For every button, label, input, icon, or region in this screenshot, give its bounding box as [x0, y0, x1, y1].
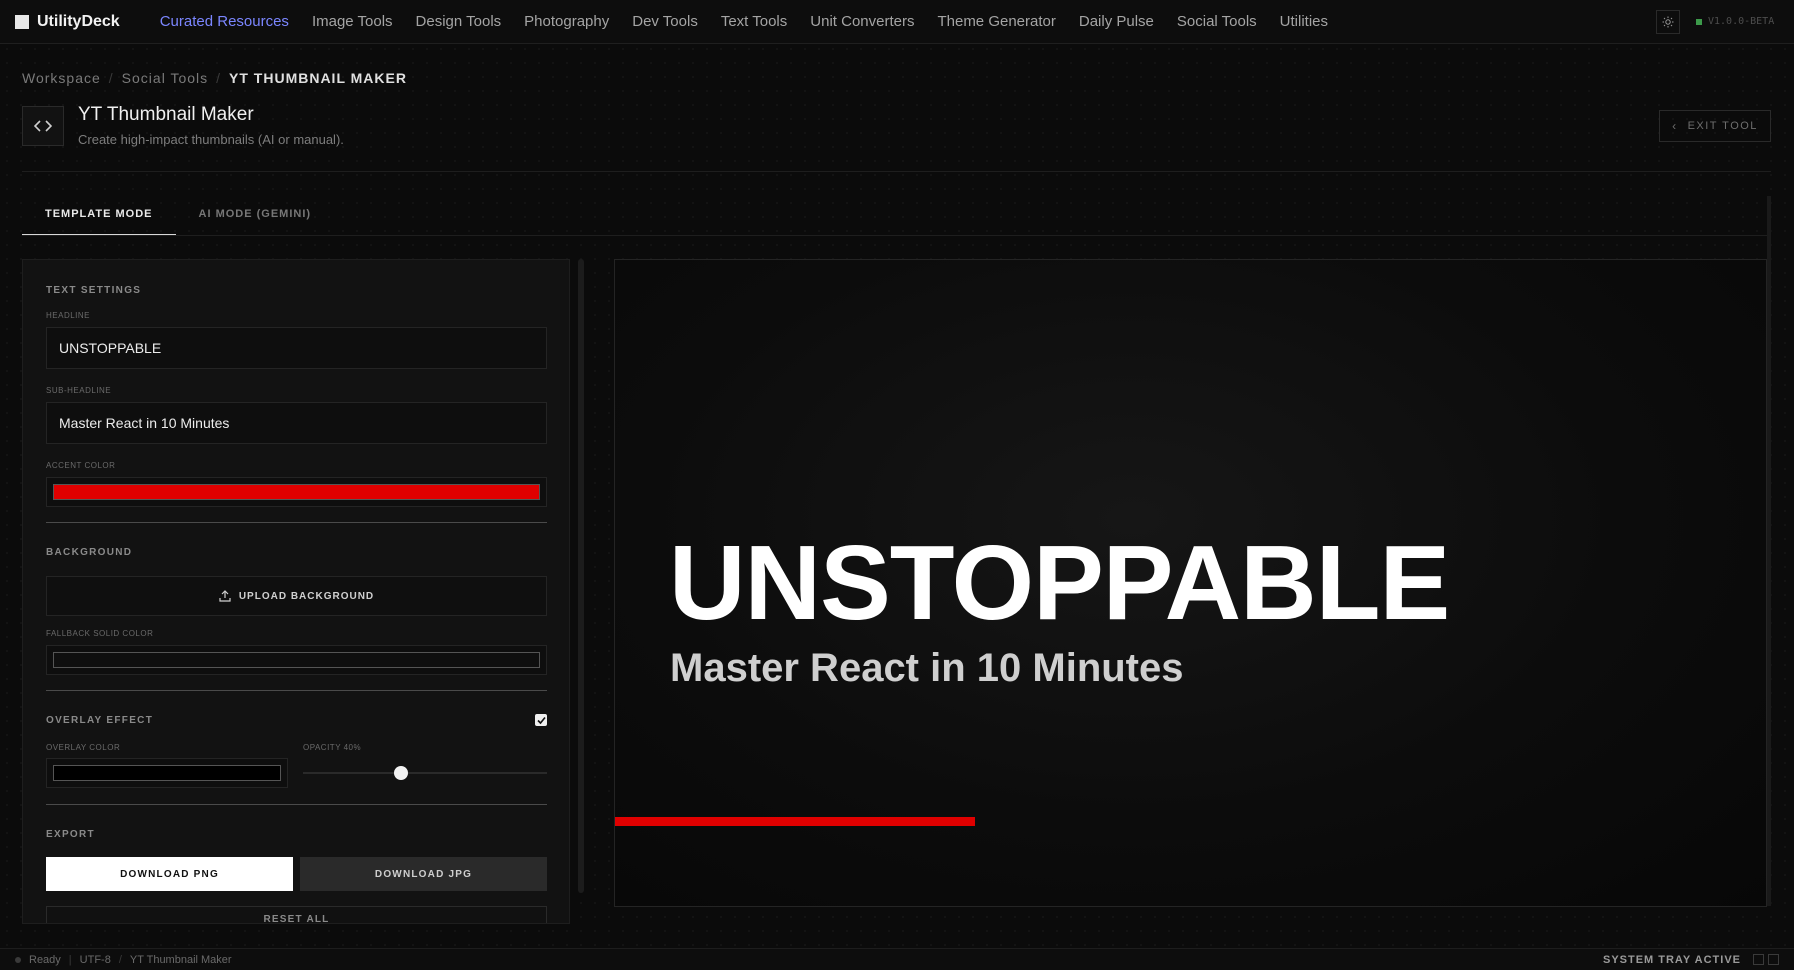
opacity-slider-thumb[interactable] [393, 766, 408, 780]
upload-background-label: UPLOAD BACKGROUND [238, 590, 375, 602]
overlay-color-swatch [53, 765, 281, 781]
status-bar: Ready | UTF-8 / YT Thumbnail Maker SYSTE… [0, 948, 1794, 970]
exit-tool-button[interactable]: ‹ EXIT TOOL [1659, 110, 1771, 142]
breadcrumb-separator: / [216, 70, 222, 86]
header-divider [22, 171, 1771, 172]
fallback-color-swatch [53, 652, 540, 668]
overlay-enabled-checkbox[interactable] [535, 714, 547, 726]
preview-accent-bar [615, 817, 975, 826]
tab-template-mode[interactable]: TEMPLATE MODE [22, 196, 176, 236]
section-title-background: BACKGROUND [46, 547, 133, 558]
main-scrollbar[interactable] [1767, 196, 1771, 906]
theme-toggle-button[interactable] [1656, 10, 1680, 34]
preview-subheadline: Master React in 10 Minutes [670, 646, 1184, 690]
status-state: Ready [29, 953, 61, 966]
breadcrumb-social-tools[interactable]: Social Tools [122, 70, 208, 86]
section-divider [46, 690, 547, 691]
accent-color-picker[interactable] [46, 477, 547, 507]
status-separator: | [68, 953, 72, 966]
tray-window-icon[interactable] [1753, 954, 1764, 965]
breadcrumb-workspace[interactable]: Workspace [22, 70, 101, 86]
status-dot-icon [1696, 18, 1702, 25]
brand-name: UtilityDeck [37, 12, 120, 30]
checkmark-icon [536, 716, 546, 724]
upload-icon [219, 590, 231, 602]
status-indicator-icon [15, 956, 21, 963]
reset-all-button[interactable]: RESET ALL [46, 906, 547, 923]
code-brackets-icon [34, 120, 52, 132]
subheadline-label: SUB-HEADLINE [46, 386, 112, 395]
tabs-divider [22, 235, 1771, 236]
sun-icon [1662, 16, 1674, 28]
page-subtitle: Create high-impact thumbnails (AI or man… [78, 132, 344, 147]
nav-item-design-tools[interactable]: Design Tools [416, 13, 502, 30]
subheadline-input[interactable] [46, 402, 547, 444]
mode-tabs: TEMPLATE MODE AI MODE (GEMINI) [22, 196, 334, 236]
nav-item-theme-generator[interactable]: Theme Generator [937, 13, 1055, 30]
version-text: V1.0.0-BETA [1708, 16, 1775, 27]
tab-ai-mode[interactable]: AI MODE (GEMINI) [176, 196, 335, 236]
nav-item-image-tools[interactable]: Image Tools [312, 13, 393, 30]
tool-icon [22, 106, 64, 146]
section-divider [46, 522, 547, 523]
section-title-export: EXPORT [46, 829, 95, 840]
brand-logo-icon [15, 14, 29, 29]
upload-background-button[interactable]: UPLOAD BACKGROUND [46, 576, 547, 616]
top-nav: UtilityDeck Curated Resources Image Tool… [0, 0, 1794, 44]
section-title-text-settings: TEXT SETTINGS [46, 285, 142, 296]
chevron-left-icon: ‹ [1672, 119, 1678, 133]
status-doc: YT Thumbnail Maker [129, 953, 232, 966]
fallback-color-label: FALLBACK SOLID COLOR [46, 629, 154, 638]
page-title: YT Thumbnail Maker [78, 104, 254, 125]
nav-item-photography[interactable]: Photography [524, 13, 609, 30]
opacity-slider[interactable] [303, 766, 547, 780]
download-jpg-button[interactable]: DOWNLOAD JPG [300, 857, 547, 891]
nav-item-unit-converters[interactable]: Unit Converters [810, 13, 914, 30]
settings-panel-scrollbar[interactable] [578, 259, 584, 893]
section-title-overlay: OVERLAY EFFECT [46, 715, 154, 726]
nav-item-dev-tools[interactable]: Dev Tools [632, 13, 698, 30]
status-encoding: UTF-8 [79, 953, 111, 966]
opacity-slider-track [303, 772, 547, 774]
exit-tool-label: EXIT TOOL [1687, 120, 1758, 132]
nav-item-social-tools[interactable]: Social Tools [1177, 13, 1257, 30]
system-tray-status: SYSTEM TRAY ACTIVE [1602, 953, 1741, 966]
accent-color-label: ACCENT COLOR [46, 461, 116, 470]
nav-item-curated-resources[interactable]: Curated Resources [160, 13, 289, 30]
fallback-color-picker[interactable] [46, 645, 547, 675]
breadcrumb: Workspace / Social Tools / YT THUMBNAIL … [22, 70, 407, 86]
brand[interactable]: UtilityDeck [15, 13, 120, 31]
preview-headline: UNSTOPPABLE [669, 524, 1450, 642]
settings-panel: TEXT SETTINGS HEADLINE SUB-HEADLINE ACCE… [22, 259, 570, 924]
overlay-color-label: OVERLAY COLOR [46, 743, 121, 752]
nav-item-text-tools[interactable]: Text Tools [721, 13, 787, 30]
opacity-label: OPACITY 40% [303, 743, 362, 752]
nav-item-daily-pulse[interactable]: Daily Pulse [1079, 13, 1154, 30]
breadcrumb-current: YT THUMBNAIL MAKER [229, 70, 407, 86]
nav-item-utilities[interactable]: Utilities [1280, 13, 1328, 30]
section-divider [46, 804, 547, 805]
headline-input[interactable] [46, 327, 547, 369]
tray-window-icon[interactable] [1768, 954, 1779, 965]
accent-color-swatch [53, 484, 540, 500]
headline-label: HEADLINE [46, 311, 91, 320]
thumbnail-preview: UNSTOPPABLE Master React in 10 Minutes [614, 259, 1767, 907]
version-badge: V1.0.0-BETA [1696, 16, 1774, 27]
status-separator: / [118, 953, 122, 966]
overlay-color-picker[interactable] [46, 758, 288, 788]
download-png-button[interactable]: DOWNLOAD PNG [46, 857, 293, 891]
breadcrumb-separator: / [108, 70, 114, 86]
